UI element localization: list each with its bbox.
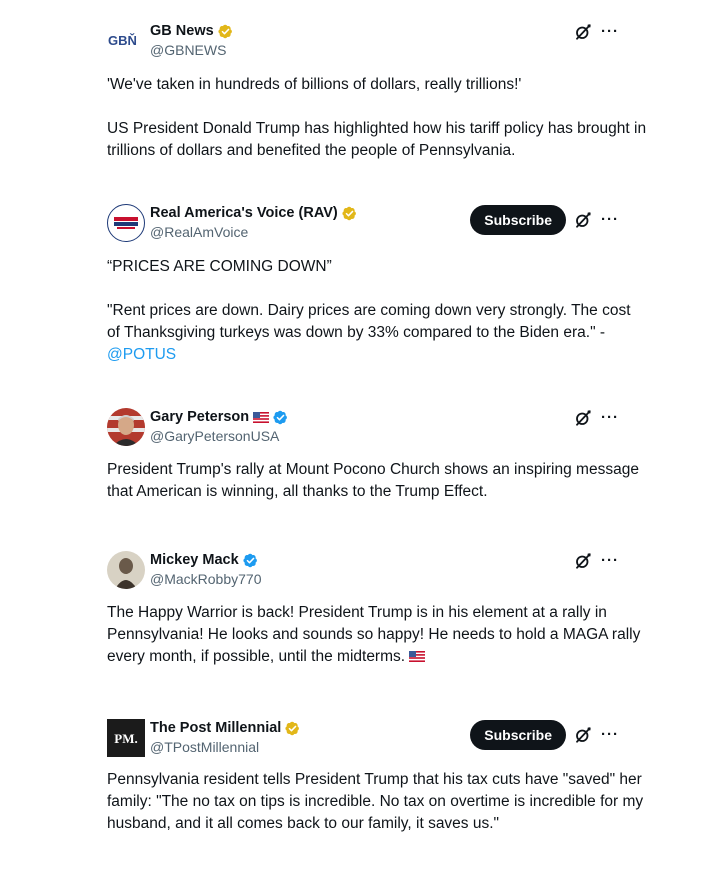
author-name[interactable]: The Post Millennial [150,720,281,737]
author-handle[interactable]: @GBNEWS [150,42,226,59]
post-paragraph: “PRICES ARE COMING DOWN” [107,258,332,275]
post-paragraph: Pennsylvania resident tells President Tr… [107,771,644,832]
avatar-text: GBŇ [108,33,137,48]
gary-avatar[interactable] [107,408,145,446]
post-text: The Happy Warrior is back! President Tru… [107,602,647,668]
post-paragraph: "Rent prices are down. Dairy prices are … [107,300,647,366]
verified-gold-icon [342,206,357,221]
author-handle[interactable]: @MackRobby770 [150,571,262,588]
post-paragraph: US President Donald Trump has highlighte… [107,120,647,159]
us-flag-emoji-icon [409,651,425,662]
author-name[interactable]: Gary Peterson [150,409,249,426]
post-body-text: The Happy Warrior is back! President Tru… [107,604,641,665]
more-options-icon[interactable]: ··· [600,553,620,569]
us-flag-icon [253,412,269,423]
avatar-text: PM. [114,731,137,746]
subscribe-button[interactable]: Subscribe [470,720,566,750]
post-paragraph: 'We've taken in hundreds of billions of … [107,76,522,93]
more-options-icon[interactable]: ··· [600,24,620,40]
post-paragraph: President Trump's rally at Mount Pocono … [107,461,639,500]
author-name[interactable]: Mickey Mack [150,552,239,569]
subscribe-button[interactable]: Subscribe [470,205,566,235]
more-options-icon[interactable]: ··· [600,212,620,228]
post-text: President Trump's rally at Mount Pocono … [107,459,647,503]
post-paragraph: The Happy Warrior is back! President Tru… [107,602,647,668]
post-text: 'We've taken in hundreds of billions of … [107,74,647,162]
gbnews-avatar[interactable]: GBŇ [107,22,145,60]
grok-icon[interactable] [574,726,592,744]
author-name[interactable]: GB News [150,23,214,40]
grok-icon[interactable] [574,552,592,570]
verified-gold-icon [218,24,233,39]
rav-avatar[interactable] [107,204,145,242]
mickey-avatar[interactable] [107,551,145,589]
author-name[interactable]: Real America's Voice (RAV) [150,205,338,222]
post-text: Pennsylvania resident tells President Tr… [107,769,647,835]
verified-gold-icon [285,721,300,736]
author-handle[interactable]: @RealAmVoice [150,224,248,241]
grok-icon[interactable] [574,23,592,41]
grok-icon[interactable] [574,409,592,427]
post-text: “PRICES ARE COMING DOWN” "Rent prices ar… [107,256,647,366]
more-options-icon[interactable]: ··· [600,727,620,743]
author-handle[interactable]: @TPostMillennial [150,739,259,756]
more-options-icon[interactable]: ··· [600,410,620,426]
author-handle[interactable]: @GaryPetersonUSA [150,428,279,445]
verified-blue-icon [243,553,258,568]
verified-blue-icon [273,410,288,425]
pm-avatar[interactable]: PM. [107,719,145,757]
grok-icon[interactable] [574,211,592,229]
quote-text: "Rent prices are down. Dairy prices are … [107,302,631,341]
mention-link[interactable]: @POTUS [107,346,176,363]
